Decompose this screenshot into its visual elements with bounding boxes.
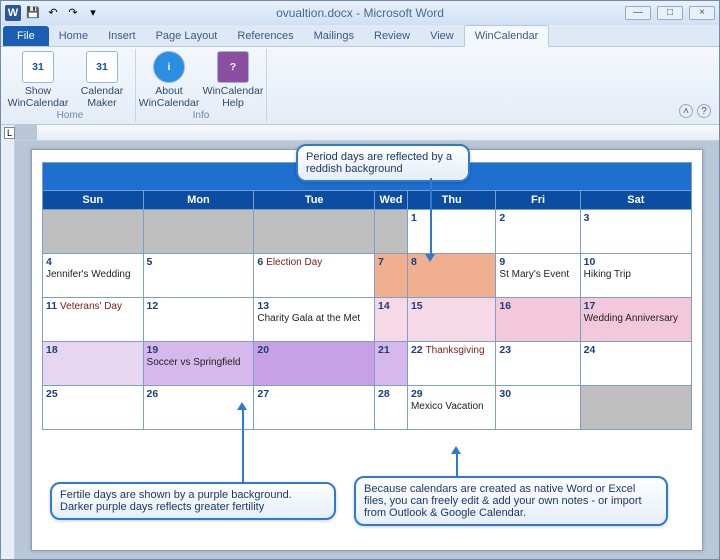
cell-11[interactable]: 11 Veterans' Day <box>43 298 144 342</box>
horizontal-ruler <box>15 125 719 141</box>
callout-pointer <box>430 178 432 256</box>
cell-30[interactable]: 30 <box>496 386 580 430</box>
window-title: ovualtion.docx - Microsoft Word <box>1 6 719 20</box>
cell-1[interactable]: 1 <box>407 210 495 254</box>
ribbon-group-info: i About WinCalendar ? WinCalendar Help I… <box>136 49 267 122</box>
cell-6[interactable]: 6 Election Day <box>254 254 375 298</box>
cell-23[interactable]: 23 <box>496 342 580 386</box>
cell-3[interactable]: 3 <box>580 210 691 254</box>
calendar-maker-label: Calendar Maker <box>73 85 131 109</box>
dow-mon: Mon <box>143 191 254 210</box>
cell-22[interactable]: 22 Thanksgiving <box>407 342 495 386</box>
qat-more[interactable]: ▾ <box>85 5 101 21</box>
cell-2[interactable]: 2 <box>496 210 580 254</box>
group-label-info: Info <box>193 110 210 122</box>
cell-16[interactable]: 16 <box>496 298 580 342</box>
callout-fertile: Fertile days are shown by a purple backg… <box>50 482 336 520</box>
cell-4[interactable]: 4Jennifer's Wedding <box>43 254 144 298</box>
cell-21[interactable]: 21 <box>375 342 408 386</box>
cell-27[interactable]: 27 <box>254 386 375 430</box>
minimize-button[interactable]: — <box>625 6 651 20</box>
cell-12[interactable]: 12 <box>143 298 254 342</box>
callout-notes: Because calendars are created as native … <box>354 476 668 526</box>
undo-button[interactable]: ↶ <box>45 5 61 21</box>
about-wincalendar-label: About WinCalendar <box>139 85 200 109</box>
show-wincalendar-button[interactable]: 31 Show WinCalendar <box>9 49 67 110</box>
callout-pointer <box>242 408 244 484</box>
cell-14[interactable]: 14 <box>375 298 408 342</box>
tab-references[interactable]: References <box>227 26 303 46</box>
tab-mailings[interactable]: Mailings <box>304 26 364 46</box>
titlebar: W 💾 ↶ ↷ ▾ ovualtion.docx - Microsoft Wor… <box>1 1 719 25</box>
quick-access-toolbar: W 💾 ↶ ↷ ▾ <box>5 5 101 21</box>
group-label-home: Home <box>57 110 84 122</box>
cell-25[interactable]: 25 <box>43 386 144 430</box>
dow-sat: Sat <box>580 191 691 210</box>
calendar-maker-button[interactable]: 31 Calendar Maker <box>73 49 131 110</box>
cell-13[interactable]: 13Charity Gala at the Met <box>254 298 375 342</box>
ribbon-group-home: 31 Show WinCalendar 31 Calendar Maker Ho… <box>5 49 136 122</box>
arrow-down-icon <box>425 254 435 262</box>
cell-19[interactable]: 19Soccer vs Springfield <box>143 342 254 386</box>
callout-period: Period days are reflected by a reddish b… <box>296 144 470 182</box>
cell-15[interactable]: 15 <box>407 298 495 342</box>
cell-24[interactable]: 24 <box>580 342 691 386</box>
callout-pointer <box>456 452 458 478</box>
cell-blank[interactable] <box>580 386 691 430</box>
document-area: ~ November ~ Sun Mon Tue Wed Thu Fri Sat <box>1 125 719 559</box>
cell-9[interactable]: 9St Mary's Event <box>496 254 580 298</box>
cell-18[interactable]: 18 <box>43 342 144 386</box>
wincalendar-help-button[interactable]: ? WinCalendar Help <box>204 49 262 110</box>
about-wincalendar-button[interactable]: i About WinCalendar <box>140 49 198 110</box>
cell-17[interactable]: 17Wedding Anniversary <box>580 298 691 342</box>
cell-5[interactable]: 5 <box>143 254 254 298</box>
tab-wincalendar[interactable]: WinCalendar <box>464 25 550 47</box>
show-wincalendar-label: Show WinCalendar <box>8 85 69 109</box>
dow-thu: Thu <box>407 191 495 210</box>
dow-wed: Wed <box>375 191 408 210</box>
calendar-icon: 31 <box>86 51 118 83</box>
calendar-table[interactable]: ~ November ~ Sun Mon Tue Wed Thu Fri Sat <box>42 162 692 430</box>
cell-blank[interactable] <box>254 210 375 254</box>
calendar-icon: 31 <box>22 51 54 83</box>
maximize-button[interactable]: □ <box>657 6 683 20</box>
dow-sun: Sun <box>43 191 144 210</box>
app-window: W 💾 ↶ ↷ ▾ ovualtion.docx - Microsoft Wor… <box>0 0 720 560</box>
tab-file[interactable]: File <box>3 26 49 46</box>
info-icon: i <box>153 51 185 83</box>
dow-fri: Fri <box>496 191 580 210</box>
close-button[interactable]: × <box>689 6 715 20</box>
arrow-up-icon <box>237 402 247 410</box>
cell-blank[interactable] <box>375 210 408 254</box>
page[interactable]: ~ November ~ Sun Mon Tue Wed Thu Fri Sat <box>31 149 703 551</box>
cell-blank[interactable] <box>143 210 254 254</box>
ribbon-tabs: File Home Insert Page Layout References … <box>1 25 719 47</box>
cell-20[interactable]: 20 <box>254 342 375 386</box>
cell-7[interactable]: 7 <box>375 254 408 298</box>
document-viewport[interactable]: ~ November ~ Sun Mon Tue Wed Thu Fri Sat <box>15 141 719 559</box>
vertical-ruler <box>1 125 15 559</box>
dow-tue: Tue <box>254 191 375 210</box>
arrow-up-icon <box>451 446 461 454</box>
redo-button[interactable]: ↷ <box>65 5 81 21</box>
tab-home[interactable]: Home <box>49 26 98 46</box>
save-button[interactable]: 💾 <box>25 5 41 21</box>
tab-insert[interactable]: Insert <box>98 26 146 46</box>
word-icon: W <box>5 5 21 21</box>
tab-review[interactable]: Review <box>364 26 420 46</box>
cell-blank[interactable] <box>43 210 144 254</box>
cell-29[interactable]: 29Mexico Vacation <box>407 386 495 430</box>
tab-page-layout[interactable]: Page Layout <box>146 26 228 46</box>
ribbon-help-button[interactable]: ? <box>697 104 711 118</box>
cell-10[interactable]: 10Hiking Trip <box>580 254 691 298</box>
ribbon: 31 Show WinCalendar 31 Calendar Maker Ho… <box>1 47 719 125</box>
cell-28[interactable]: 28 <box>375 386 408 430</box>
tab-view[interactable]: View <box>420 26 464 46</box>
help-icon: ? <box>217 51 249 83</box>
cell-8[interactable]: 8 <box>407 254 495 298</box>
ribbon-collapse-button[interactable]: ˄ <box>679 104 693 118</box>
wincalendar-help-label: WinCalendar Help <box>203 85 264 109</box>
